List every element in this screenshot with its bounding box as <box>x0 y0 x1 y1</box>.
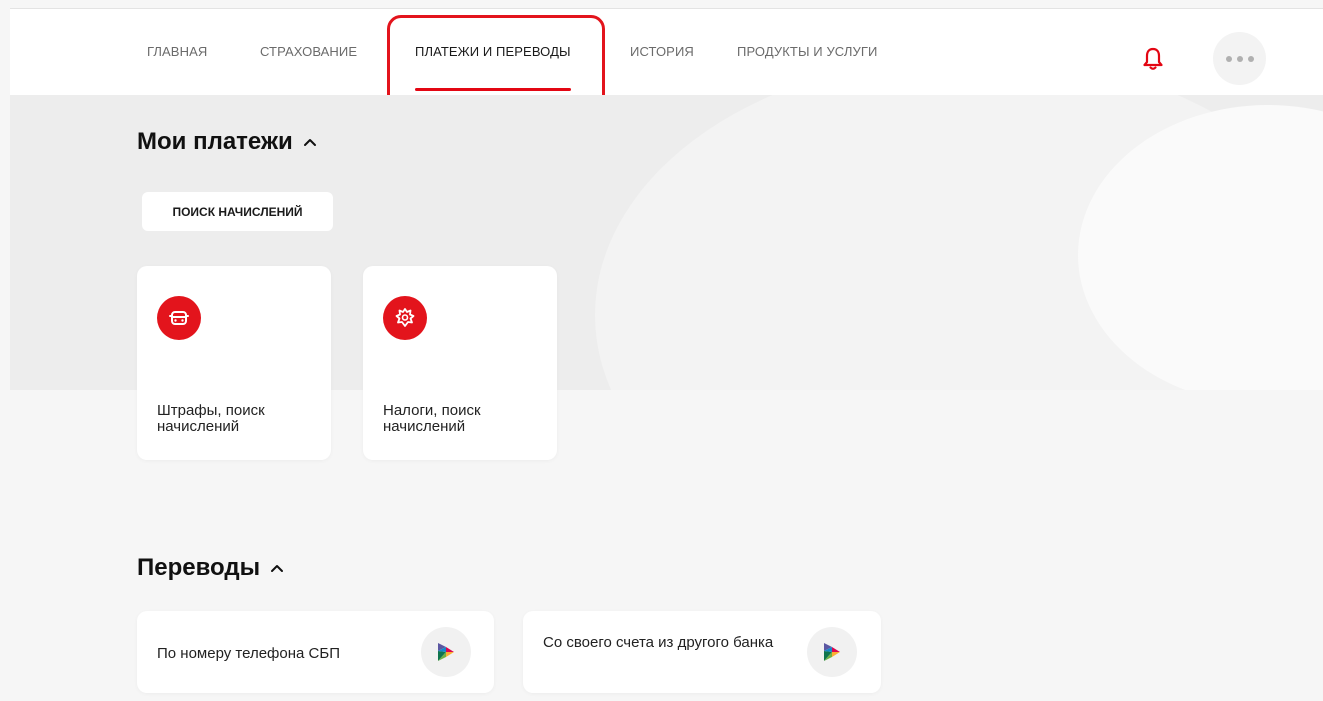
more-dot <box>1236 55 1243 62</box>
more-button[interactable] <box>1213 32 1266 85</box>
transfers-section-header[interactable]: Переводы <box>137 554 284 582</box>
chevron-up-icon <box>271 565 284 572</box>
transfer-own-account-other-bank[interactable]: Со своего счета из другого банка <box>523 611 881 693</box>
sbp-icon <box>421 627 471 677</box>
transfer-own-account-label: Со своего счета из другого банка <box>543 634 774 651</box>
chevron-up-icon <box>303 139 316 146</box>
emblem-icon <box>383 296 427 340</box>
transfers-title: Переводы <box>137 554 261 581</box>
bell-icon[interactable] <box>1141 46 1165 72</box>
tile-taxes[interactable]: Налоги, поиск начислений <box>363 266 557 460</box>
active-tab-underline <box>415 88 571 91</box>
payments-title: Мои платежи <box>137 128 293 155</box>
more-dot <box>1247 55 1254 62</box>
car-icon <box>157 296 201 340</box>
nav-item-history[interactable]: ИСТОРИЯ <box>630 9 694 95</box>
tile-fines[interactable]: Штрафы, поиск начислений <box>137 266 331 460</box>
transfer-sbp-phone-label: По номеру телефона СБП <box>157 645 340 662</box>
nav-item-insurance[interactable]: СТРАХОВАНИЕ <box>260 9 357 95</box>
tile-taxes-label: Налоги, поиск начислений <box>383 402 481 435</box>
nav-item-products-services[interactable]: ПРОДУКТЫ И УСЛУГИ <box>737 9 877 95</box>
nav-item-home[interactable]: ГЛАВНАЯ <box>147 9 207 95</box>
nav-item-payments-transfers[interactable]: ПЛАТЕЖИ И ПЕРЕВОДЫ <box>415 9 571 95</box>
tile-fines-label: Штрафы, поиск начислений <box>157 402 265 435</box>
more-dot <box>1225 55 1232 62</box>
top-nav: ГЛАВНАЯ СТРАХОВАНИЕ ПЛАТЕЖИ И ПЕРЕВОДЫ И… <box>10 9 1323 95</box>
transfer-sbp-phone[interactable]: По номеру телефона СБП <box>137 611 494 693</box>
search-charges-button[interactable]: ПОИСК НАЧИСЛЕНИЙ <box>142 192 333 231</box>
nav-item-payments-transfers-label: ПЛАТЕЖИ И ПЕРЕВОДЫ <box>415 44 571 59</box>
sbp-icon <box>807 627 857 677</box>
payments-section-header[interactable]: Мои платежи <box>137 128 317 156</box>
